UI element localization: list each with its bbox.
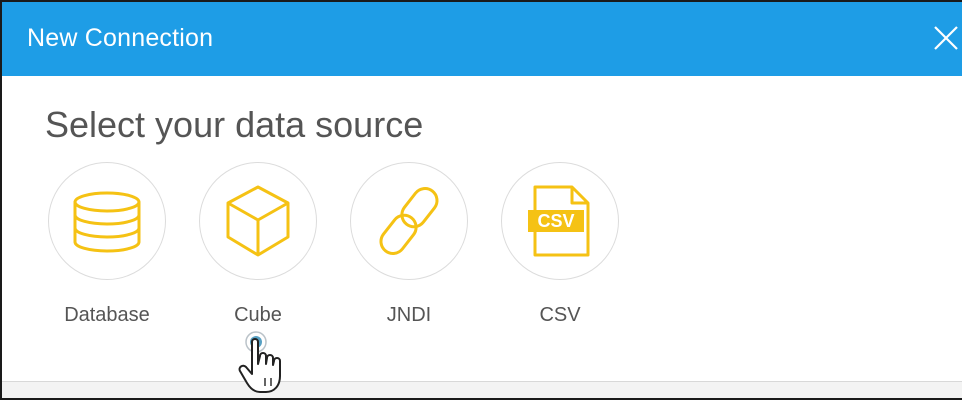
csv-icon-text: CSV [537, 211, 574, 231]
close-icon [934, 26, 958, 50]
source-csv[interactable]: CSV CSV [501, 162, 619, 326]
dialog-title: New Connection [27, 24, 214, 52]
source-database[interactable]: Database [48, 162, 166, 326]
source-cube-circle[interactable] [199, 162, 317, 280]
close-button[interactable] [926, 18, 962, 58]
link-icon [379, 187, 439, 255]
source-label: JNDI [386, 304, 432, 326]
dialog-footer [2, 382, 962, 398]
csv-file-icon: CSV [528, 185, 590, 257]
source-cube[interactable]: Cube [199, 162, 317, 326]
source-label: CSV [539, 304, 581, 326]
source-jndi[interactable]: JNDI [350, 162, 468, 326]
section-heading: Select your data source [45, 104, 424, 145]
source-label: Database [64, 304, 150, 326]
source-csv-circle[interactable]: CSV [501, 162, 619, 280]
dialog-header: New Connection [2, 2, 962, 76]
cube-icon [226, 185, 290, 257]
pointer-hand-icon [238, 331, 281, 393]
new-connection-dialog: New Connection Select your data source D… [0, 0, 962, 400]
source-database-circle[interactable] [48, 162, 166, 280]
source-label: Cube [234, 304, 282, 326]
source-jndi-circle[interactable] [350, 162, 468, 280]
database-icon [73, 191, 141, 253]
